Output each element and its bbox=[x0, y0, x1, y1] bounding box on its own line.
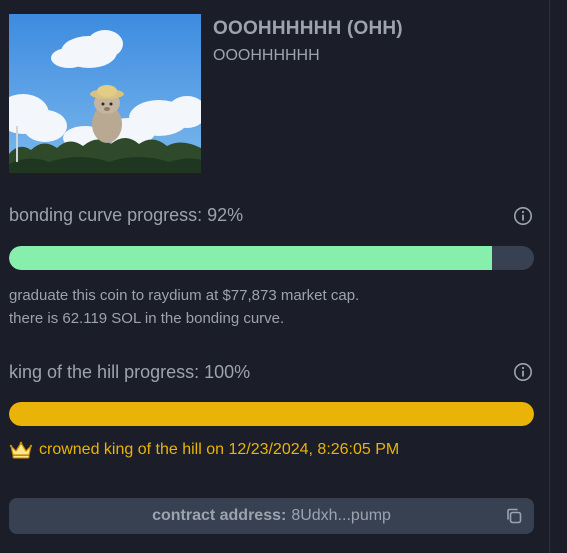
sol-in-curve-text: there is 62.119 SOL in the bonding curve… bbox=[9, 310, 285, 327]
info-icon[interactable] bbox=[513, 362, 533, 382]
crowned-text: crowned king of the hill on 12/23/2024, … bbox=[39, 441, 400, 458]
token-ticker: OOOHHHHHH bbox=[213, 47, 320, 64]
crowned-status: crowned king of the hill on 12/23/2024, … bbox=[9, 437, 399, 463]
king-of-hill-progress-fill bbox=[9, 402, 534, 426]
graduate-text: graduate this coin to raydium at $77,873… bbox=[9, 287, 360, 304]
bonding-curve-progress-bar bbox=[9, 246, 534, 270]
crown-icon bbox=[9, 441, 33, 459]
bonding-curve-label: bonding curve progress: 92% bbox=[9, 205, 244, 225]
info-icon[interactable] bbox=[513, 206, 533, 226]
king-of-hill-label: king of the hill progress: 100% bbox=[9, 362, 251, 382]
contract-address-box[interactable]: contract address: 8Udxh...pump bbox=[9, 498, 534, 534]
bonding-curve-description: graduate this coin to raydium at $77,873… bbox=[9, 284, 359, 330]
bonding-curve-progress-fill bbox=[9, 246, 492, 270]
king-of-hill-progress-bar bbox=[9, 402, 534, 426]
token-name: OOOHHHHHH (OHH) bbox=[213, 18, 403, 39]
contract-address-label: contract address: bbox=[152, 507, 287, 524]
panel-divider bbox=[549, 0, 550, 553]
contract-address-value: 8Udxh...pump bbox=[291, 507, 391, 524]
coin-info-panel: OOOHHHHHH (OHH) OOOHHHHHH bonding curve … bbox=[0, 0, 567, 553]
copy-icon[interactable] bbox=[505, 507, 523, 525]
token-image bbox=[9, 14, 201, 173]
